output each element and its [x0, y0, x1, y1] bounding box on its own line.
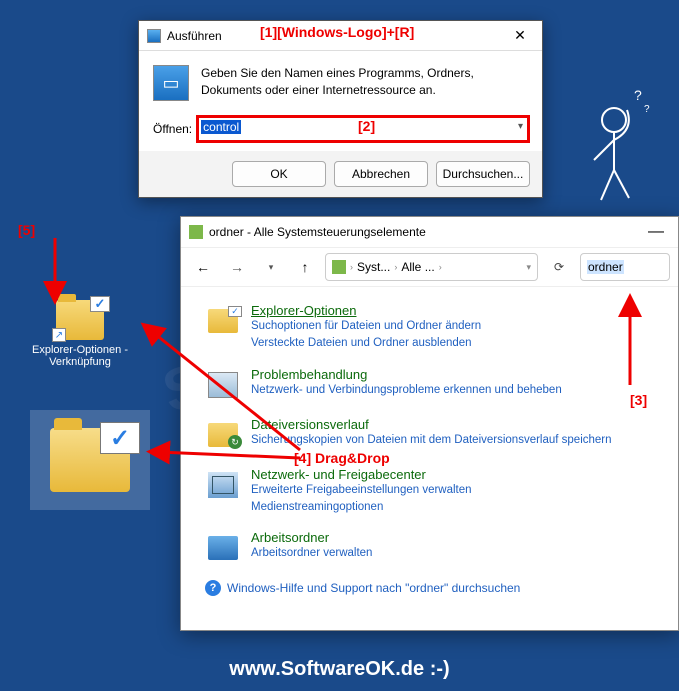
minimize-icon[interactable]: —: [634, 217, 678, 247]
doodle-figure: ? ?: [579, 90, 659, 210]
result-workfolders[interactable]: Arbeitsordner Arbeitsordner verwalten: [205, 530, 662, 566]
help-search-link[interactable]: ? Windows-Hilfe und Support nach "ordner…: [205, 580, 662, 596]
svg-text:?: ?: [634, 90, 642, 103]
check-overlay-icon: ✓: [90, 296, 110, 312]
crumb-sep-icon[interactable]: ›: [439, 262, 442, 272]
cp-titlebar[interactable]: ordner - Alle Systemsteuerungselemente —: [181, 217, 678, 247]
back-button[interactable]: ←: [189, 253, 217, 281]
result-title[interactable]: Problembehandlung: [251, 367, 662, 382]
run-title-text: Ausführen: [167, 29, 222, 43]
forward-button[interactable]: →: [223, 253, 251, 281]
result-title[interactable]: Netzwerk- und Freigabecenter: [251, 467, 662, 482]
run-description: Geben Sie den Namen eines Programms, Ord…: [201, 65, 528, 101]
cp-toolbar: ← → ▾ ↑ › Syst... › Alle ... › ▾ ⟳ ordne…: [181, 247, 678, 287]
help-icon: ?: [205, 580, 221, 596]
result-sub[interactable]: Sicherungskopien von Dateien mit dem Dat…: [251, 432, 662, 449]
desktop-shortcut[interactable]: ✓ ↗ Explorer-Optionen - Verknüpfung: [30, 300, 130, 368]
shortcut-arrow-icon: ↗: [52, 328, 66, 342]
annotation-1: [1][Windows-Logo]+[R]: [260, 24, 414, 40]
result-sub[interactable]: Suchoptionen für Dateien und Ordner ände…: [251, 318, 662, 335]
run-dialog: Ausführen ✕ ▭ Geben Sie den Namen eines …: [138, 20, 543, 198]
breadcrumb-2[interactable]: Alle ...: [401, 260, 434, 274]
search-value: ordner: [587, 260, 624, 274]
close-icon[interactable]: ✕: [498, 21, 542, 50]
search-input[interactable]: ordner: [580, 253, 670, 281]
result-title[interactable]: Dateiversionsverlauf: [251, 417, 662, 432]
crumb-sep-icon[interactable]: ›: [394, 262, 397, 272]
ok-button[interactable]: OK: [232, 161, 326, 187]
annotation-3: [3]: [630, 392, 647, 408]
cp-title-text: ordner - Alle Systemsteuerungselemente: [209, 225, 426, 239]
crumb-sep-icon[interactable]: ›: [350, 262, 353, 272]
run-program-icon: ▭: [153, 65, 189, 101]
arrow-icon: [150, 440, 310, 470]
result-sub[interactable]: Medienstreamingoptionen: [251, 499, 662, 516]
refresh-button[interactable]: ⟳: [544, 260, 574, 274]
svg-text:?: ?: [644, 104, 650, 115]
arrow-icon: [610, 300, 650, 390]
address-chevron-icon[interactable]: ▾: [526, 262, 531, 273]
address-bar[interactable]: › Syst... › Alle ... › ▾: [325, 253, 538, 281]
annotation-2: [2]: [358, 118, 375, 134]
result-title[interactable]: Explorer-Optionen: [251, 303, 662, 318]
up-button[interactable]: ↑: [291, 253, 319, 281]
browse-button[interactable]: Durchsuchen...: [436, 161, 530, 187]
workfolders-icon: [205, 530, 241, 566]
desktop-icon-label: Explorer-Optionen - Verknüpfung: [30, 344, 130, 368]
open-value: control: [201, 120, 241, 134]
recent-dropdown-icon[interactable]: ▾: [257, 253, 285, 281]
address-icon: [332, 260, 346, 274]
cancel-button[interactable]: Abbrechen: [334, 161, 428, 187]
breadcrumb-1[interactable]: Syst...: [357, 260, 390, 274]
result-sub[interactable]: Netzwerk- und Verbindungsprobleme erkenn…: [251, 382, 662, 399]
result-sub[interactable]: Arbeitsordner verwalten: [251, 545, 662, 562]
arrow-icon: [140, 320, 310, 460]
help-text: Windows-Hilfe und Support nach "ordner" …: [227, 581, 520, 595]
result-title[interactable]: Arbeitsordner: [251, 530, 662, 545]
open-label: Öffnen:: [153, 122, 192, 136]
cp-title-icon: [189, 225, 203, 239]
result-network[interactable]: Netzwerk- und Freigabecenter Erweiterte …: [205, 467, 662, 517]
annotation-5: [5]: [18, 222, 35, 238]
arrow-icon: [40, 238, 70, 308]
drag-preview: ✓: [30, 410, 150, 510]
network-icon: [205, 467, 241, 503]
result-sub[interactable]: Versteckte Dateien und Ordner ausblenden: [251, 335, 662, 352]
run-icon: [147, 29, 161, 43]
result-sub[interactable]: Erweiterte Freigabeeinstellungen verwalt…: [251, 482, 662, 499]
check-overlay-icon: ✓: [100, 422, 140, 454]
footer-url: www.SoftwareOK.de :-): [0, 658, 679, 681]
folder-icon-large: ✓: [50, 428, 130, 492]
chevron-down-icon[interactable]: ▾: [518, 121, 523, 132]
